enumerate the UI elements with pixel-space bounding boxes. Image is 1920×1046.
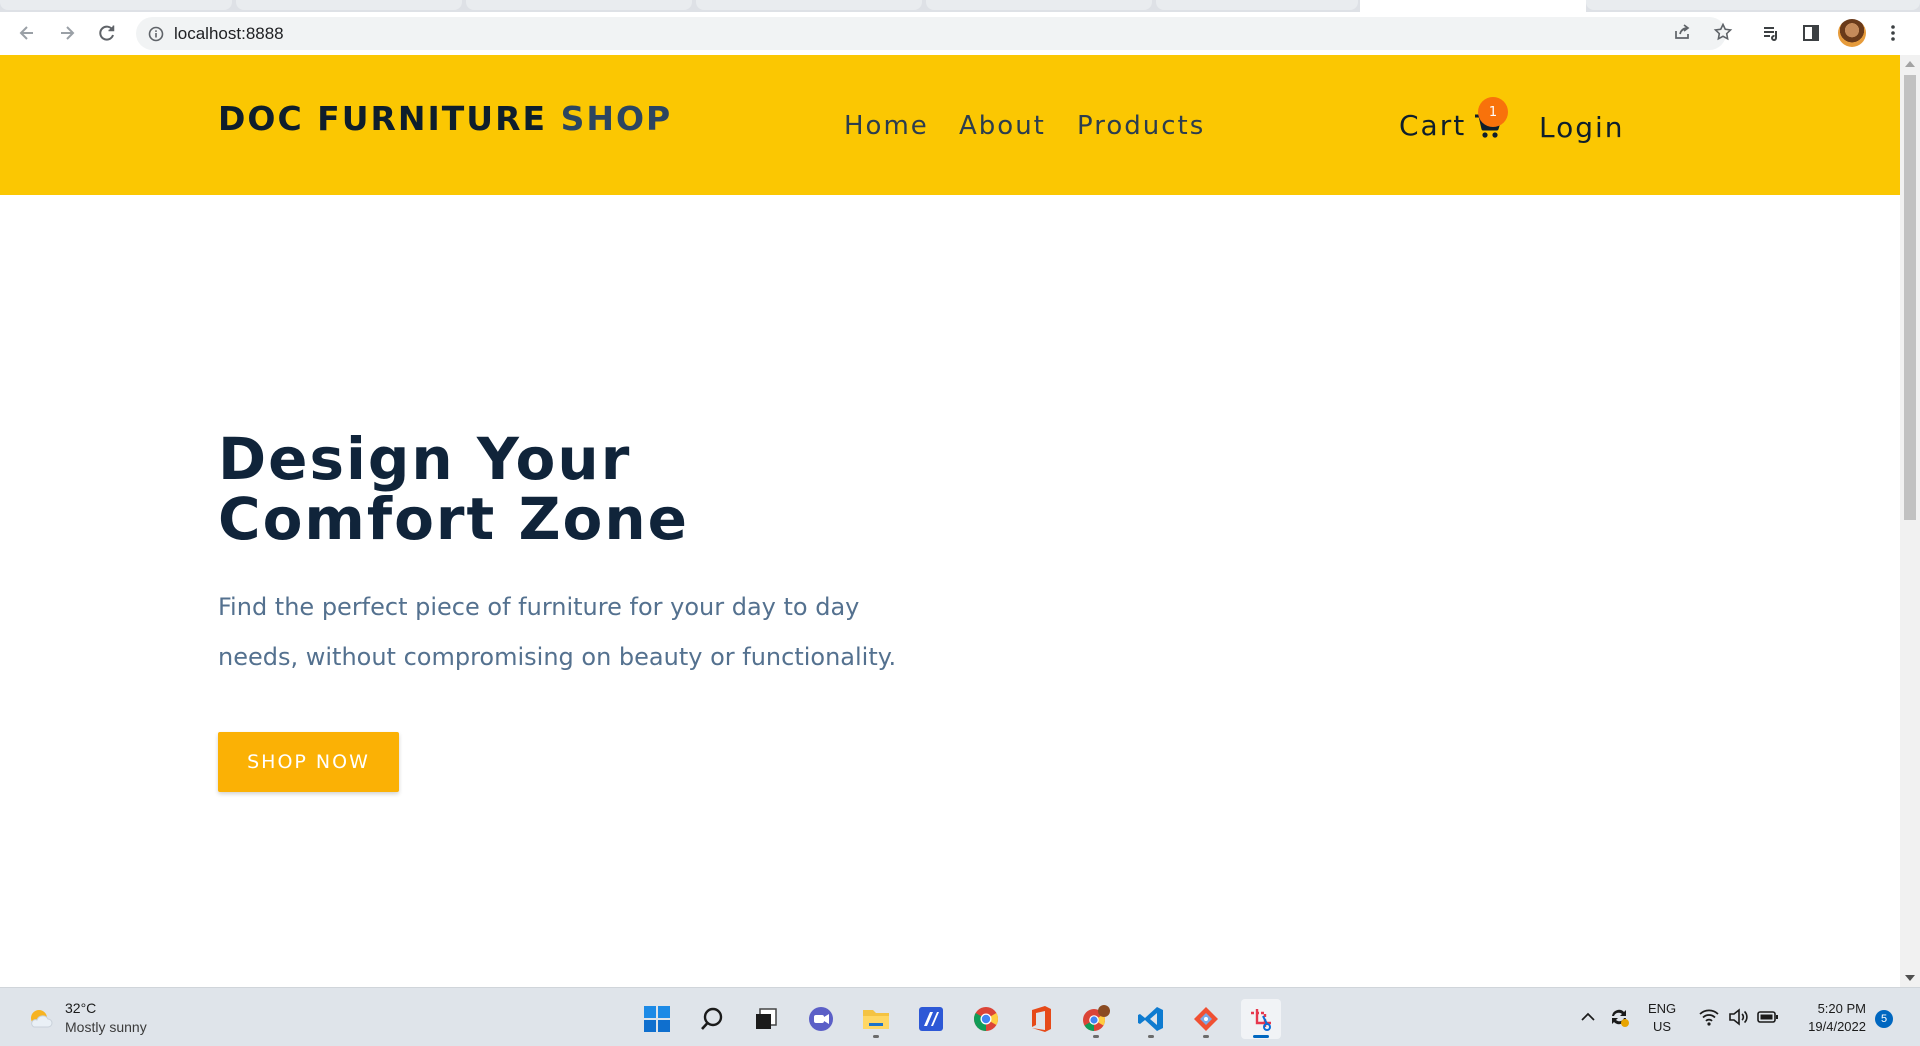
nav-home-link[interactable]: Home [844, 111, 929, 141]
input-language-button[interactable]: ENG US [1648, 1000, 1676, 1036]
windows-logo-icon [644, 1006, 670, 1032]
browser-tab[interactable] [1586, 0, 1920, 10]
chrome-icon [974, 1007, 998, 1031]
speaker-icon [1729, 1008, 1748, 1026]
share-icon [1675, 24, 1690, 39]
reload-icon [99, 25, 115, 41]
teams-chat-button[interactable] [801, 999, 841, 1039]
teams-chat-icon [809, 1007, 833, 1031]
side-panel-icon [1803, 25, 1819, 41]
scroll-thumb[interactable] [1904, 75, 1916, 520]
brand-accent: SHOP [560, 99, 673, 138]
bookmark-button[interactable] [1709, 18, 1737, 46]
nav-products-link[interactable]: Products [1077, 111, 1205, 141]
back-button[interactable] [13, 19, 41, 47]
site-header: DOC FURNITURE SHOP Home About Products C… [0, 55, 1900, 195]
chrome-button[interactable] [966, 999, 1006, 1039]
share-button[interactable] [1668, 18, 1696, 46]
chevron-up-icon [1581, 1012, 1595, 1021]
playlist-icon [1764, 27, 1778, 42]
sync-tray-button[interactable] [1608, 1006, 1630, 1028]
page-viewport: DOC FURNITURE SHOP Home About Products C… [0, 55, 1900, 987]
cart-count-badge: 1 [1478, 97, 1508, 127]
folder-icon [863, 1010, 889, 1029]
profile-avatar[interactable] [1838, 19, 1866, 47]
hero-title-line1: Design Your [218, 425, 632, 493]
forward-arrow-icon [61, 26, 75, 40]
battery-icon [1757, 1011, 1778, 1023]
browser-tab[interactable] [236, 0, 462, 10]
address-bar[interactable]: localhost:8888 [136, 17, 1726, 50]
hero-title: Design Your Comfort Zone [218, 429, 918, 549]
sun-cloud-icon [31, 1010, 53, 1028]
login-link[interactable]: Login [1539, 111, 1625, 144]
hero-title-line2: Comfort Zone [218, 485, 689, 553]
git-tool-button[interactable] [1186, 999, 1226, 1039]
chrome-profile-icon [1083, 1005, 1110, 1031]
browser-tab[interactable] [0, 0, 232, 10]
more-vert-icon [1891, 25, 1895, 41]
task-view-button[interactable] [746, 999, 786, 1039]
vscode-button[interactable] [1131, 999, 1171, 1039]
reading-list-button[interactable] [1757, 19, 1785, 47]
browser-menu-button[interactable] [1879, 19, 1907, 47]
browser-toolbar: localhost:8888 [0, 12, 1920, 55]
shop-now-button[interactable]: SHOP NOW [218, 732, 399, 792]
site-logo[interactable]: DOC FURNITURE SHOP [218, 99, 672, 138]
office-icon [1032, 1006, 1051, 1032]
wifi-button[interactable] [1698, 1006, 1720, 1028]
clock-time: 5:20 PM [1817, 1001, 1866, 1016]
brand-name: DOC FURNITURE [218, 99, 548, 138]
page-scrollbar[interactable] [1900, 55, 1920, 987]
language-code: ENG [1648, 1001, 1677, 1016]
editor-app-button[interactable] [911, 999, 951, 1039]
snipping-tool-button[interactable] [1241, 999, 1281, 1039]
weather-description: Mostly sunny [65, 1019, 147, 1035]
taskbar: 32°C Mostly sunny ENG US 5:20 PM 19/4/20… [0, 987, 1920, 1046]
nav-about-link[interactable]: About [959, 111, 1046, 141]
scroll-down-arrow-icon[interactable] [1905, 975, 1915, 981]
scroll-up-arrow-icon[interactable] [1905, 61, 1915, 67]
reload-button[interactable] [93, 19, 121, 47]
clock-date: 19/4/2022 [1808, 1019, 1866, 1034]
region-code: US [1653, 1019, 1672, 1034]
task-view-icon [756, 1008, 777, 1029]
browser-tab[interactable] [466, 0, 692, 10]
notification-count-badge[interactable]: 5 [1875, 1010, 1893, 1028]
volume-button[interactable] [1727, 1006, 1749, 1028]
browser-tab[interactable] [1156, 0, 1358, 10]
file-explorer-button[interactable] [856, 999, 896, 1039]
url-text: localhost:8888 [174, 23, 284, 43]
hero-description: Find the perfect piece of furniture for … [218, 593, 897, 671]
editor-app-icon [919, 1007, 943, 1031]
clock-button[interactable]: 5:20 PM 19/4/2022 [1796, 1000, 1866, 1036]
browser-tab[interactable] [926, 0, 1152, 10]
browser-tab[interactable] [696, 0, 922, 10]
snipping-tool-icon [1251, 1009, 1271, 1031]
weather-temperature: 32°C [65, 1000, 97, 1016]
vscode-icon [1138, 1007, 1163, 1031]
forward-button[interactable] [53, 19, 81, 47]
taskbar-search-button[interactable] [692, 999, 732, 1039]
sync-icon [1612, 1009, 1629, 1027]
wifi-icon [1699, 1009, 1719, 1026]
back-arrow-icon [19, 26, 33, 40]
cart-label: Cart [1399, 109, 1467, 142]
start-button[interactable] [637, 999, 677, 1039]
side-panel-button[interactable] [1797, 19, 1825, 47]
show-hidden-icons-button[interactable] [1577, 1006, 1599, 1028]
browser-tab-strip [0, 0, 1920, 14]
battery-button[interactable] [1757, 1006, 1779, 1028]
site-info-icon[interactable] [148, 26, 164, 42]
star-icon [1713, 22, 1733, 41]
git-tool-icon [1194, 1007, 1218, 1031]
chrome-profile-button[interactable] [1076, 999, 1116, 1039]
office-button[interactable] [1021, 999, 1061, 1039]
search-icon [701, 1007, 723, 1030]
